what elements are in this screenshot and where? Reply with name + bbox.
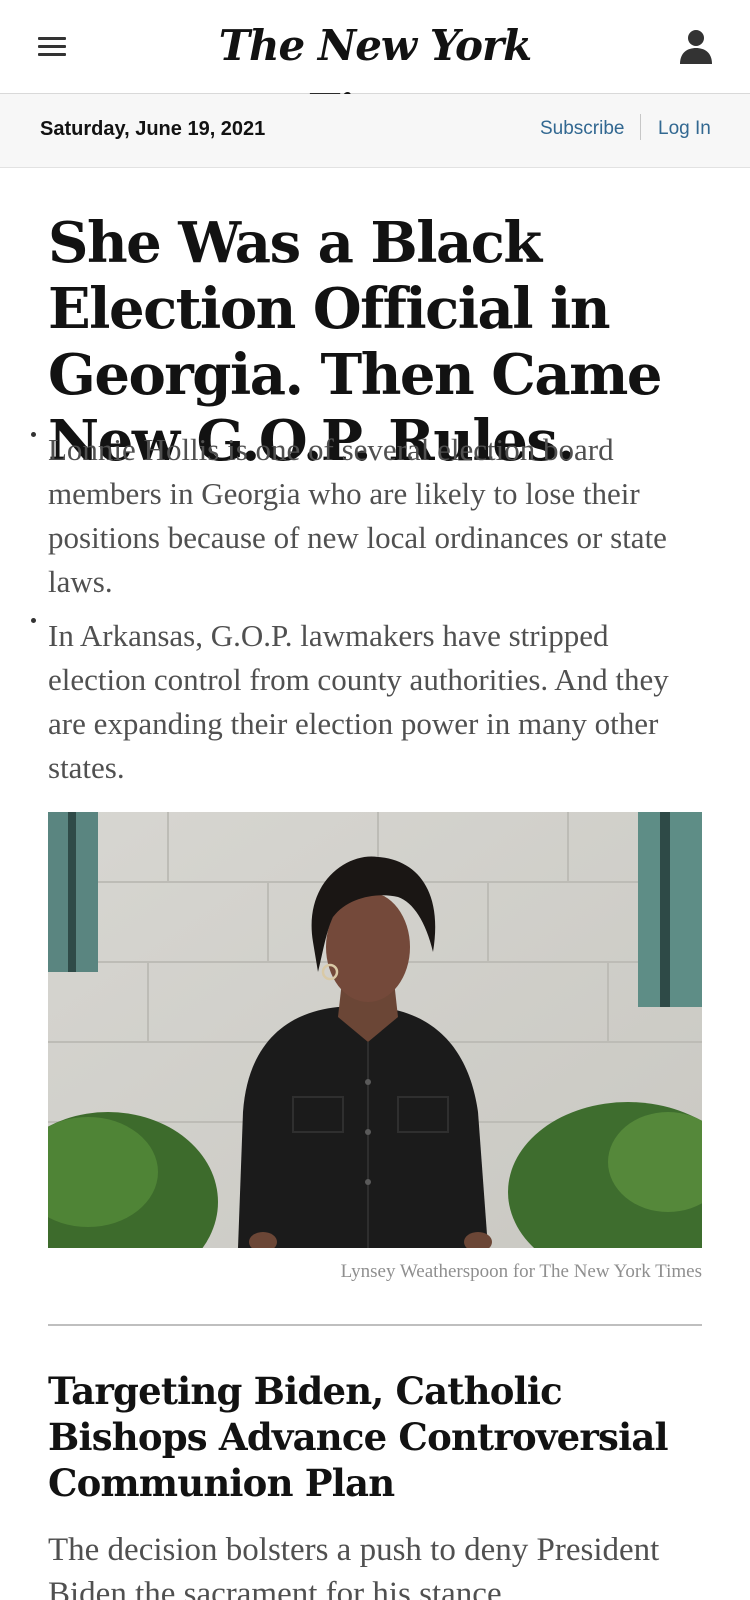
login-link[interactable]: Log In [658,118,711,140]
date-bar: Saturday, June 19, 2021 Subscribe Log In [0,94,750,168]
second-story-summary: The decision bolsters a push to deny Pre… [48,1532,660,1600]
summary-bullet: Lonnie Hollis is one of several election… [31,428,708,604]
story-divider [48,1324,702,1326]
lead-story-photo[interactable] [48,812,702,1248]
second-story-headline[interactable]: Targeting Biden, Catholic Bishops Advanc… [48,1368,708,1506]
bullet-dot-icon [31,618,36,623]
current-date: Saturday, June 19, 2021 [40,118,266,140]
hamburger-menu-icon[interactable] [36,34,70,60]
summary-bullet-text: Lonnie Hollis is one of several election… [48,432,667,599]
lead-story-summary-list: Lonnie Hollis is one of several election… [31,428,708,800]
datebar-divider [640,114,641,140]
photo-credit: Lynsey Weatherspoon for The New York Tim… [340,1261,702,1282]
user-account-icon[interactable] [676,26,716,66]
summary-bullet: In Arkansas, G.O.P. lawmakers have strip… [31,614,708,790]
subscribe-link[interactable]: Subscribe [540,118,625,140]
bullet-dot-icon [31,432,36,437]
nyt-logo[interactable]: The New York Times [150,14,600,134]
top-navigation-bar: The New York Times [0,0,750,134]
summary-bullet-text: In Arkansas, G.O.P. lawmakers have strip… [48,618,669,785]
